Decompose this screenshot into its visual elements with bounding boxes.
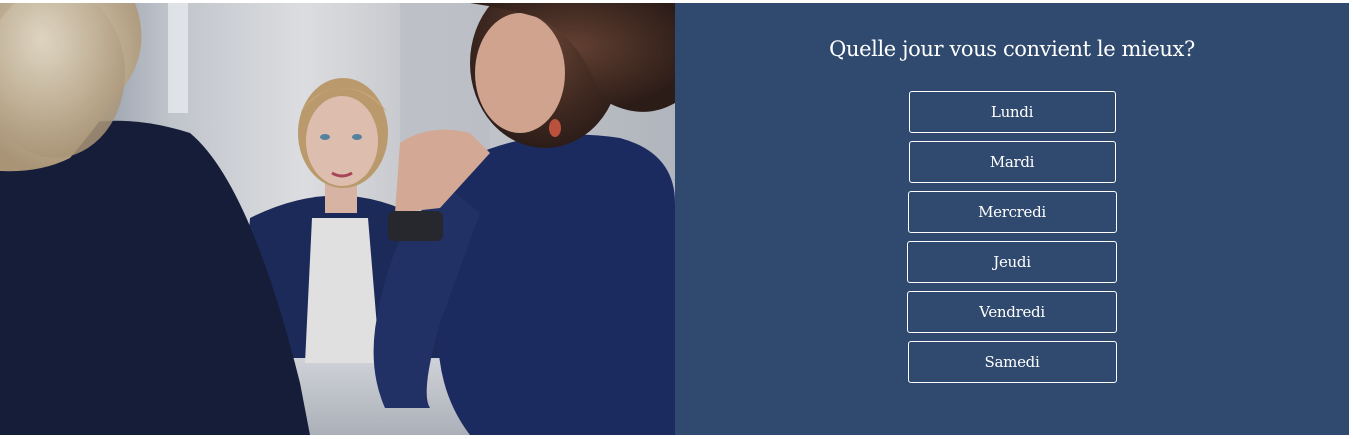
option-button-samedi[interactable]: Samedi	[907, 341, 1117, 383]
option-button-mardi[interactable]: Mardi	[908, 141, 1116, 183]
poll-panel: Quelle jour vous convient le mieux? Lund…	[675, 3, 1349, 435]
poll-options: Lundi Mardi Mercredi Jeudi Vendredi Same…	[675, 91, 1349, 391]
option-button-lundi[interactable]: Lundi	[908, 91, 1116, 133]
poll-section: Quelle jour vous convient le mieux? Lund…	[0, 3, 1349, 435]
poll-question: Quelle jour vous convient le mieux?	[829, 37, 1195, 61]
option-button-mercredi[interactable]: Mercredi	[907, 191, 1117, 233]
meeting-photo-illustration	[0, 3, 675, 435]
meeting-photo	[0, 3, 675, 435]
option-button-vendredi[interactable]: Vendredi	[907, 291, 1117, 333]
option-button-jeudi[interactable]: Jeudi	[907, 241, 1117, 283]
